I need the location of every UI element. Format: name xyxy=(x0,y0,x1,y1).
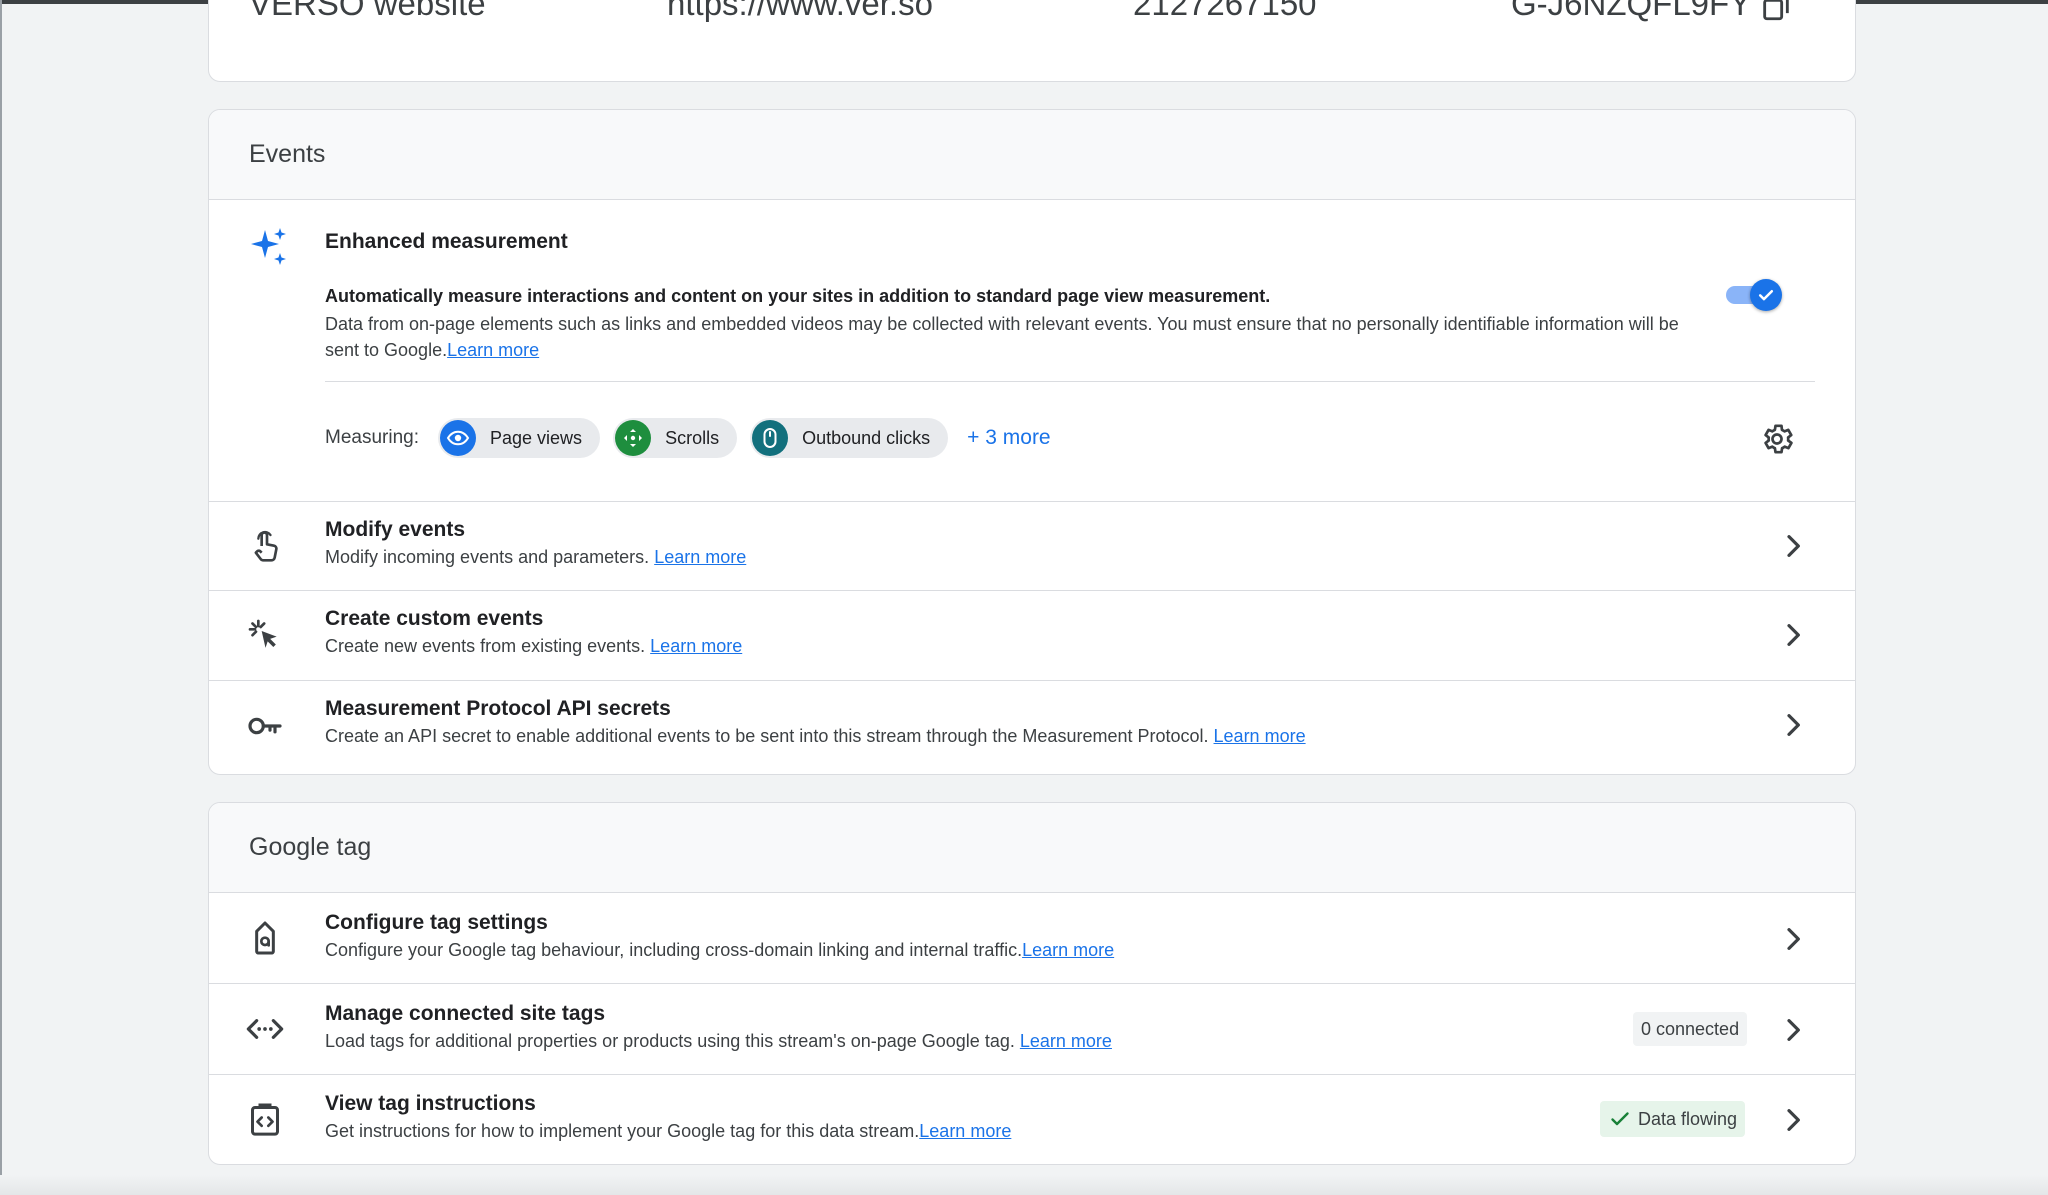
enhanced-measurement-learn-more-link[interactable]: Learn more xyxy=(447,340,539,360)
enhanced-measurement-title: Enhanced measurement xyxy=(325,230,568,253)
measurement-id: G-J6NZQFL9FY xyxy=(1511,0,1752,22)
stream-id: 2127267150 xyxy=(1133,0,1317,22)
learn-more-link[interactable]: Learn more xyxy=(1020,1031,1112,1051)
copy-icon[interactable] xyxy=(1759,0,1793,28)
chevron-right-icon xyxy=(1777,1014,1809,1051)
window-left-edge xyxy=(0,0,2,1195)
google-tag-heading: Google tag xyxy=(209,803,1855,893)
measuring-chips: Measuring: Page views Scrolls Outbound c… xyxy=(325,418,1051,458)
chip-label: Scrolls xyxy=(665,427,720,448)
learn-more-link[interactable]: Learn more xyxy=(919,1121,1011,1141)
toggle-knob xyxy=(1750,279,1782,311)
chip-outbound-clicks[interactable]: Outbound clicks xyxy=(750,418,949,458)
row-title: Create custom events xyxy=(325,607,544,630)
key-icon xyxy=(245,706,285,751)
row-subtitle-text: Configure your Google tag behaviour, inc… xyxy=(325,940,1023,960)
chip-page-views[interactable]: Page views xyxy=(438,418,601,458)
touch-icon xyxy=(245,526,285,571)
chevron-right-icon xyxy=(1777,923,1809,960)
row-title: Configure tag settings xyxy=(325,911,548,934)
code-arrows-icon xyxy=(245,1009,285,1054)
learn-more-link[interactable]: Learn more xyxy=(1022,940,1114,960)
check-icon xyxy=(1611,1112,1629,1126)
row-title: Measurement Protocol API secrets xyxy=(325,697,671,720)
stream-url: https://www.ver.so xyxy=(667,0,933,22)
row-subtitle: Load tags for additional properties or p… xyxy=(325,1031,1112,1052)
google-tag-card: Google tag Configure tag settings Config… xyxy=(208,802,1856,1165)
enhanced-measurement-toggle[interactable] xyxy=(1726,278,1784,312)
check-icon xyxy=(1758,290,1774,301)
more-events-link[interactable]: + 3 more xyxy=(967,426,1050,450)
eye-icon xyxy=(440,420,476,456)
enhanced-measurement-section: Enhanced measurement Automatically measu… xyxy=(209,200,1855,502)
chevron-right-icon xyxy=(1777,619,1809,656)
sparkle-icon xyxy=(249,226,289,271)
stream-details-card: VERSO website https://www.ver.so 2127267… xyxy=(208,0,1856,82)
manage-connected-site-tags-row[interactable]: Manage connected site tags Load tags for… xyxy=(209,984,1855,1075)
modify-events-row[interactable]: Modify events Modify incoming events and… xyxy=(209,502,1855,591)
chip-scrolls[interactable]: Scrolls xyxy=(613,418,738,458)
events-heading: Events xyxy=(209,110,1855,200)
row-subtitle-text: Get instructions for how to implement yo… xyxy=(325,1121,920,1141)
row-subtitle-text: Create an API secret to enable additiona… xyxy=(325,726,1209,746)
scroll-arrows-icon xyxy=(615,420,652,456)
mouse-icon xyxy=(752,420,789,456)
section-divider xyxy=(325,381,1815,382)
learn-more-link[interactable]: Learn more xyxy=(654,547,746,567)
chip-label: Page views xyxy=(490,427,583,448)
row-title: Modify events xyxy=(325,518,466,541)
enhanced-measurement-detail: Data from on-page elements such as links… xyxy=(325,311,1715,363)
tag-icon xyxy=(245,918,285,963)
connected-count-badge: 0 connected xyxy=(1633,1012,1748,1046)
learn-more-link[interactable]: Learn more xyxy=(650,636,742,656)
row-subtitle-text: Load tags for additional properties or p… xyxy=(325,1031,1015,1051)
row-subtitle: Modify incoming events and parameters. L… xyxy=(325,547,746,568)
row-title: Manage connected site tags xyxy=(325,1002,606,1025)
view-tag-instructions-row[interactable]: View tag instructions Get instructions f… xyxy=(209,1075,1855,1164)
row-subtitle: Create an API secret to enable additiona… xyxy=(325,726,1306,747)
row-subtitle-text: Modify incoming events and parameters. xyxy=(325,547,650,567)
enhanced-measurement-summary: Automatically measure interactions and c… xyxy=(325,286,1271,306)
chevron-right-icon xyxy=(1777,1104,1809,1141)
gear-icon[interactable] xyxy=(1759,421,1795,462)
chevron-right-icon xyxy=(1777,709,1809,746)
chip-label: Outbound clicks xyxy=(802,427,931,448)
measurement-protocol-row[interactable]: Measurement Protocol API secrets Create … xyxy=(209,681,1855,771)
measuring-label: Measuring: xyxy=(325,427,419,448)
bottom-shadow xyxy=(0,1175,2048,1195)
cursor-sparkle-icon xyxy=(245,616,285,661)
row-subtitle: Configure your Google tag behaviour, inc… xyxy=(325,940,1114,961)
configure-tag-settings-row[interactable]: Configure tag settings Configure your Go… xyxy=(209,893,1855,984)
chevron-right-icon xyxy=(1777,530,1809,567)
create-custom-events-row[interactable]: Create custom events Create new events f… xyxy=(209,591,1855,681)
learn-more-link[interactable]: Learn more xyxy=(1214,726,1306,746)
clipboard-code-icon xyxy=(245,1100,285,1145)
row-subtitle: Create new events from existing events. … xyxy=(325,636,742,657)
row-subtitle-text: Create new events from existing events. xyxy=(325,636,646,656)
row-subtitle: Get instructions for how to implement yo… xyxy=(325,1121,1011,1142)
stream-name: VERSO website xyxy=(249,0,486,22)
data-flowing-badge: Data flowing xyxy=(1600,1101,1746,1137)
events-card: Events Enhanced measurement Automaticall… xyxy=(208,109,1856,775)
row-title: View tag instructions xyxy=(325,1092,536,1115)
data-flowing-label: Data flowing xyxy=(1638,1108,1738,1129)
